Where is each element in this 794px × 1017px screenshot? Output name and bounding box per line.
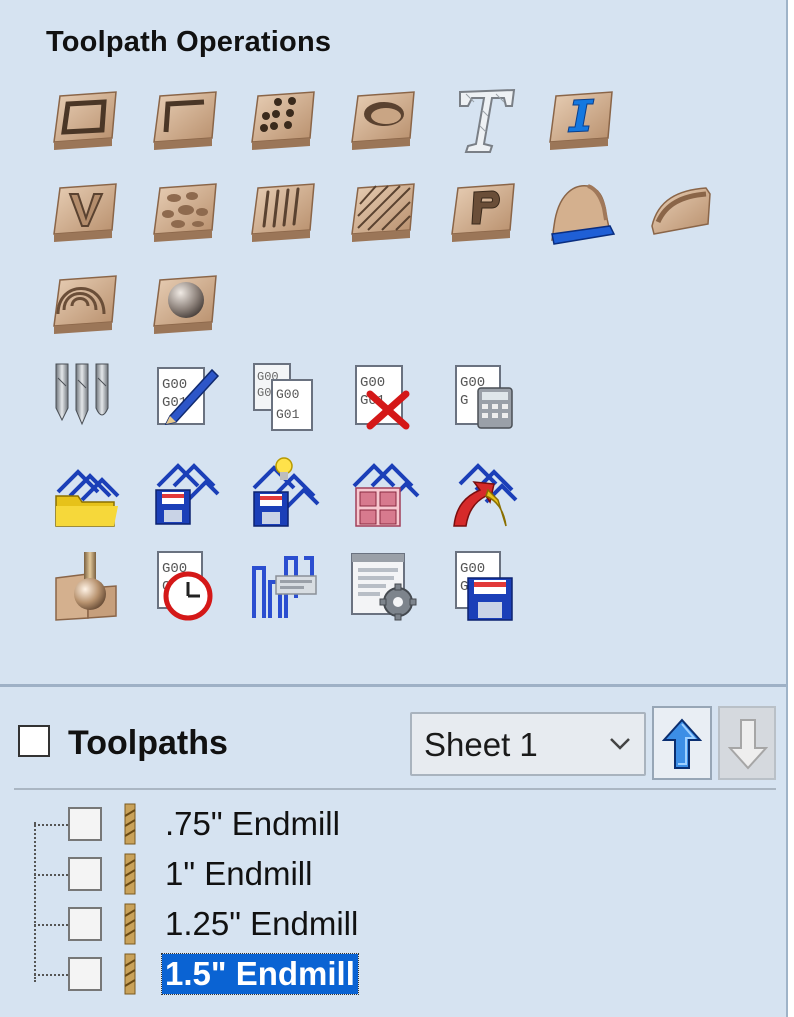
tree-separator (14, 788, 776, 790)
edge-profile-icon[interactable] (644, 174, 720, 250)
svg-text:G00: G00 (162, 377, 187, 393)
merge-toolpaths-icon[interactable]: G00 G01 G00 G01 (246, 358, 322, 434)
prism-carving-icon[interactable] (346, 174, 422, 250)
toolpath-item-selected[interactable]: 1.5" Endmill (34, 952, 774, 996)
toolpath-item[interactable]: 1.25" Endmill (34, 902, 774, 946)
toolpath-item[interactable]: .75" Endmill (34, 802, 774, 846)
tree-connector (34, 974, 68, 976)
toolpath-checkbox[interactable] (68, 857, 102, 891)
sheet-dropdown-value: Sheet 1 (424, 726, 538, 763)
toolpath-checkbox[interactable] (68, 907, 102, 941)
endmill-icon (124, 853, 136, 895)
inlay-toolpath-icon[interactable] (346, 82, 422, 158)
template-wizard-icon[interactable] (246, 456, 322, 532)
toolpaths-visibility-checkbox[interactable] (18, 725, 50, 757)
vcarve-text-icon[interactable] (544, 82, 620, 158)
toolpath-name: 1" Endmill (165, 855, 313, 892)
save-template-icon[interactable] (148, 456, 224, 532)
toolpath-operations-title: Toolpath Operations (46, 26, 332, 58)
toolpath-name: 1.5" Endmill (161, 953, 359, 995)
tree-connector (34, 824, 68, 826)
svg-text:G00: G00 (460, 561, 485, 577)
moulding-toolpath-icon[interactable] (544, 174, 620, 250)
postprocessor-settings-icon[interactable] (346, 548, 422, 624)
fluting-toolpath-icon[interactable] (246, 174, 322, 250)
toolpath-checkbox[interactable] (68, 807, 102, 841)
text-engraving-icon[interactable] (446, 82, 522, 158)
tool-database-icon[interactable] (48, 358, 124, 434)
open-template-icon[interactable] (48, 456, 124, 532)
arrow-down-icon (728, 719, 768, 770)
toolpaths-heading: Toolpaths (68, 724, 228, 762)
arrow-up-icon (662, 718, 702, 769)
endmill-icon (124, 903, 136, 945)
svg-text:G00: G00 (360, 375, 385, 391)
3d-dome-icon[interactable] (148, 266, 224, 342)
tree-connector (34, 924, 68, 926)
toolpath-summary-icon[interactable] (246, 548, 322, 624)
template-group-icon[interactable] (346, 456, 422, 532)
svg-text:G: G (460, 579, 468, 595)
sheet-dropdown[interactable]: Sheet 1 (410, 712, 646, 776)
toolpath-name: .75" Endmill (165, 805, 340, 842)
section-divider (0, 684, 786, 687)
merge-template-icon[interactable] (446, 456, 522, 532)
drilling-toolpath-icon[interactable] (246, 82, 322, 158)
save-toolpath-icon[interactable]: G00 G (446, 548, 522, 624)
endmill-icon (124, 803, 136, 845)
vcarve-toolpath-icon[interactable] (48, 174, 124, 250)
toolpath-item[interactable]: 1" Endmill (34, 852, 774, 896)
move-down-button[interactable] (718, 706, 776, 780)
photo-vcarve-icon[interactable] (446, 174, 522, 250)
pocket-toolpath-icon[interactable] (148, 82, 224, 158)
ripple-toolpath-icon[interactable] (48, 266, 124, 342)
chevron-down-icon (610, 738, 630, 750)
tree-connector (34, 874, 68, 876)
svg-text:G00: G00 (276, 387, 299, 402)
time-estimate-icon[interactable]: G00G (148, 548, 224, 624)
toolpath-calculator-icon[interactable]: G00 G (446, 358, 522, 434)
delete-toolpath-icon[interactable]: G00G01 (346, 358, 422, 434)
toolpath-name: 1.25" Endmill (165, 905, 359, 942)
edit-toolpath-icon[interactable]: G00 G01 (148, 358, 224, 434)
svg-text:G01: G01 (276, 407, 300, 422)
toolpath-checkbox[interactable] (68, 957, 102, 991)
panel-scroll-edge (786, 0, 794, 1017)
move-up-button[interactable] (652, 706, 712, 780)
endmill-icon (124, 953, 136, 995)
svg-text:G: G (460, 393, 468, 409)
3d-preview-icon[interactable] (48, 548, 124, 624)
texture-toolpath-icon[interactable] (148, 174, 224, 250)
profile-toolpath-icon[interactable] (48, 82, 124, 158)
